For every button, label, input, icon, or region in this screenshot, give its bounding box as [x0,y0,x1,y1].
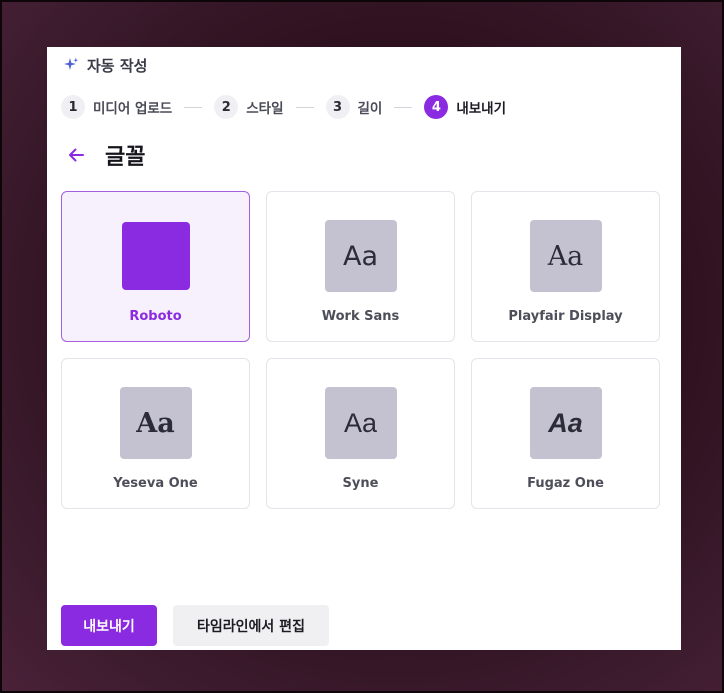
font-preview: Aa [119,387,192,459]
font-name: Roboto [129,309,182,324]
font-preview: Aa [529,387,602,459]
font-preview: Aa [324,220,397,292]
app-title: 자동 작성 [87,56,148,75]
step-label: 길이 [357,101,383,117]
export-button[interactable]: 내보내기 [61,605,157,646]
font-preview: Aa [324,387,397,459]
step-number: 1 [61,95,85,119]
step-separator [184,106,203,108]
auto-create-panel: 자동 작성 1 미디어 업로드 2 스타일 3 길이 4 내보내기 글꼴 Rob… [47,47,681,650]
font-preview [121,222,190,290]
step-export[interactable]: 4 내보내기 [424,95,506,119]
font-card-work-sans[interactable]: Aa Work Sans [266,191,455,342]
arrow-left-icon[interactable] [65,144,87,166]
font-preview: Aa [529,220,602,292]
font-section-header: 글꼴 [65,139,145,171]
step-label: 미디어 업로드 [93,101,173,117]
font-name: Work Sans [321,309,400,324]
step-length[interactable]: 3 길이 [325,95,383,119]
font-name: Syne [342,476,379,491]
panel-header: 자동 작성 [63,55,147,75]
step-media-upload[interactable]: 1 미디어 업로드 [61,95,172,119]
step-label: 스타일 [246,101,284,117]
font-card-syne[interactable]: Aa Syne [266,358,455,509]
step-label: 내보내기 [456,101,507,117]
step-separator [394,106,413,108]
font-name: Playfair Display [508,309,623,324]
step-number: 2 [214,95,239,119]
step-style[interactable]: 2 스타일 [214,95,284,119]
font-card-playfair-display[interactable]: Aa Playfair Display [471,191,660,342]
sparkle-icon [64,57,79,70]
edit-in-timeline-button[interactable]: 타임라인에서 편집 [173,605,329,646]
step-separator [295,106,314,108]
font-card-yeseva-one[interactable]: Aa Yeseva One [61,358,250,509]
step-number: 4 [424,95,449,119]
font-name: Yeseva One [113,476,198,491]
font-card-roboto[interactable]: Roboto [61,191,250,342]
font-card-fugaz-one[interactable]: Aa Fugaz One [471,358,660,509]
section-title: 글꼴 [105,145,146,170]
font-grid: Roboto Aa Work Sans Aa Playfair Display … [61,191,660,509]
step-number: 3 [325,95,350,119]
font-name: Fugaz One [527,476,604,491]
stepper: 1 미디어 업로드 2 스타일 3 길이 4 내보내기 [61,94,506,120]
